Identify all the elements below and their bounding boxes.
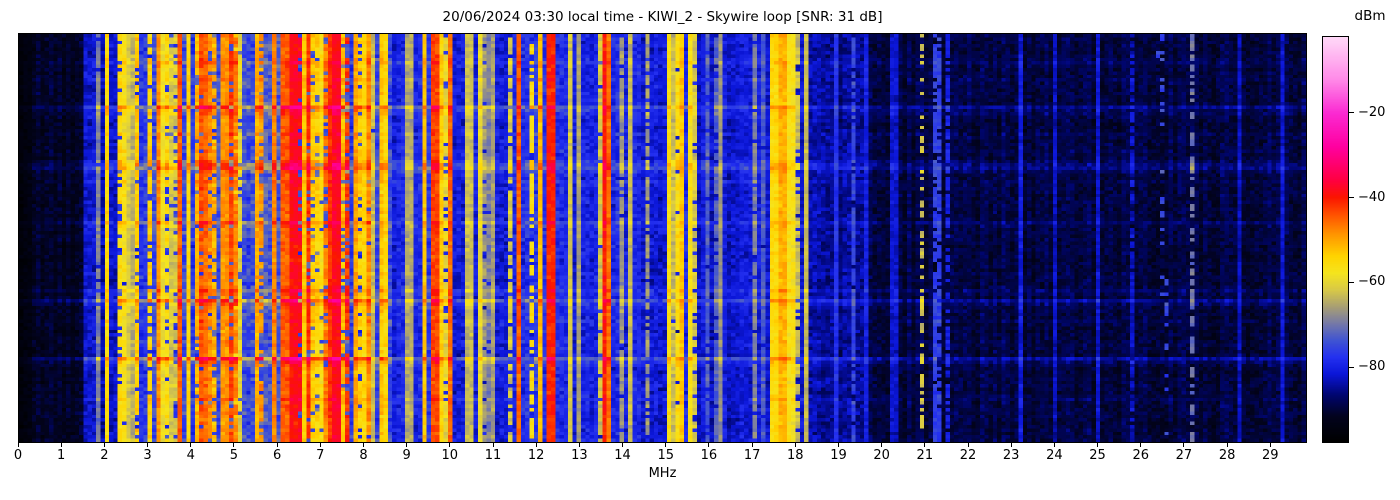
x-tick-label: 17	[743, 448, 761, 463]
x-tick-label: 25	[1089, 448, 1106, 463]
x-tick	[1226, 443, 1228, 447]
x-tick-label: 28	[1218, 448, 1236, 463]
x-tick	[60, 443, 62, 447]
x-tick-label: 12	[527, 448, 545, 463]
x-tick	[190, 443, 192, 447]
x-tick-label: 20	[873, 448, 890, 463]
x-tick-label: 19	[830, 448, 847, 463]
x-tick	[967, 443, 969, 447]
x-tick	[319, 443, 321, 447]
x-tick	[1010, 443, 1012, 447]
x-tick-label: 22	[959, 448, 977, 463]
colorbar-tick-label: −80	[1358, 359, 1386, 375]
colorbar-tick	[1349, 366, 1354, 368]
x-tick-label: 15	[657, 448, 674, 463]
x-tick-label: 8	[359, 448, 368, 463]
x-tick	[147, 443, 149, 447]
colorbar-label: dBm	[1354, 8, 1386, 24]
spectrogram-canvas	[19, 34, 1306, 442]
x-tick-label: 26	[1132, 448, 1149, 463]
x-tick-label: 10	[441, 448, 459, 463]
colorbar-tick-label: −60	[1358, 274, 1386, 290]
x-tick	[794, 443, 796, 447]
x-tick	[708, 443, 710, 447]
x-tick	[924, 443, 926, 447]
x-tick	[751, 443, 753, 447]
x-tick-label: 16	[700, 448, 718, 463]
x-tick	[578, 443, 580, 447]
x-tick-label: 2	[100, 448, 109, 463]
x-tick-label: 29	[1262, 448, 1279, 463]
x-tick-label: 4	[186, 448, 195, 463]
x-tick	[622, 443, 624, 447]
x-tick	[233, 443, 235, 447]
x-tick-label: 11	[484, 448, 502, 463]
x-tick-label: 6	[272, 448, 282, 463]
x-tick	[276, 443, 278, 447]
x-tick	[492, 443, 494, 447]
x-tick-label: 9	[402, 448, 411, 463]
x-tick-label: 0	[13, 448, 23, 463]
colorbar-tick	[1349, 197, 1354, 199]
x-tick	[1053, 443, 1055, 447]
x-tick-label: 3	[143, 448, 152, 463]
colorbar-tick	[1349, 281, 1354, 283]
x-tick-label: 27	[1175, 448, 1193, 463]
x-tick	[406, 443, 408, 447]
x-tick-label: 5	[229, 448, 239, 463]
colorbar-tick	[1349, 112, 1354, 114]
x-axis-label: MHz	[648, 466, 677, 481]
spectrogram-plot	[18, 33, 1307, 443]
colorbar-gradient-canvas	[1323, 37, 1348, 442]
x-tick	[837, 443, 839, 447]
x-tick-label: 14	[614, 448, 631, 463]
x-tick-label: 21	[916, 448, 934, 463]
x-tick	[103, 443, 105, 447]
x-tick	[1183, 443, 1185, 447]
colorbar-tick-label: −40	[1358, 189, 1386, 205]
x-tick	[881, 443, 883, 447]
x-tick	[17, 443, 19, 447]
colorbar-tick-label: −20	[1358, 104, 1386, 120]
x-tick-label: 13	[571, 448, 588, 463]
x-tick	[449, 443, 451, 447]
x-tick	[1140, 443, 1142, 447]
x-tick	[1097, 443, 1099, 447]
colorbar	[1322, 36, 1349, 443]
x-tick-label: 7	[316, 448, 325, 463]
x-tick	[665, 443, 667, 447]
x-tick-label: 23	[1002, 448, 1020, 463]
x-tick-label: 18	[787, 448, 804, 463]
chart-title: 20/06/2024 03:30 local time - KIWI_2 - S…	[442, 9, 883, 25]
spectrogram-figure: 20/06/2024 03:30 local time - KIWI_2 - S…	[0, 0, 1400, 500]
x-tick-label: 1	[57, 448, 66, 463]
x-tick-label: 24	[1046, 448, 1063, 463]
x-tick	[535, 443, 537, 447]
x-tick	[1269, 443, 1271, 447]
x-tick	[362, 443, 364, 447]
